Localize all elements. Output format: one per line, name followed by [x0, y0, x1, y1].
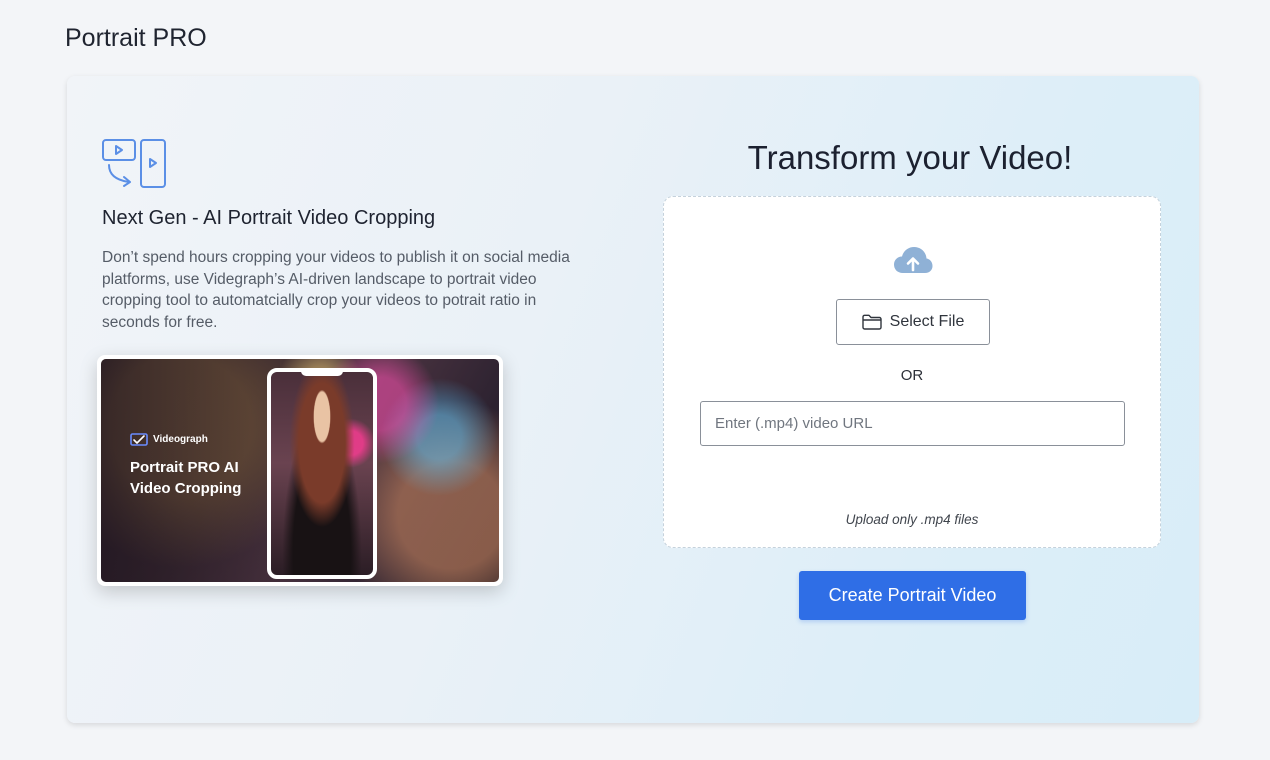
- folder-icon: [861, 314, 882, 330]
- upload-title: Transform your Video!: [747, 139, 1073, 176]
- videograph-logo-icon: [130, 433, 148, 446]
- intro-description: Don’t spend hours cropping your videos t…: [102, 249, 570, 331]
- create-portrait-video-button[interactable]: Create Portrait Video: [799, 571, 1026, 620]
- upload-dropzone[interactable]: Select File OR Upload only .mp4 files: [663, 196, 1161, 548]
- main-card: Next Gen - AI Portrait Video Cropping Do…: [67, 76, 1199, 723]
- select-file-button[interactable]: Select File: [836, 299, 990, 345]
- select-file-label: Select File: [889, 313, 965, 330]
- landscape-to-portrait-icon: [102, 139, 166, 188]
- phone-notch: [301, 368, 343, 376]
- preview-title: Portrait PRO AI Video Cropping: [130, 459, 242, 497]
- video-url-input[interactable]: [700, 401, 1125, 446]
- cloud-upload-icon: [894, 247, 933, 273]
- preview-brand-name: Videograph: [153, 434, 208, 445]
- or-separator: OR: [900, 367, 924, 384]
- phone-frame: [267, 368, 377, 579]
- preview-image: Videograph Portrait PRO AI Video Croppin…: [97, 355, 503, 586]
- upload-hint: Upload only .mp4 files: [845, 512, 979, 527]
- intro-headline: Next Gen - AI Portrait Video Cropping: [102, 207, 436, 229]
- preview-brand: Videograph: [130, 433, 208, 446]
- page-title: Portrait PRO: [65, 24, 207, 52]
- preview-scene: Videograph Portrait PRO AI Video Croppin…: [101, 359, 499, 582]
